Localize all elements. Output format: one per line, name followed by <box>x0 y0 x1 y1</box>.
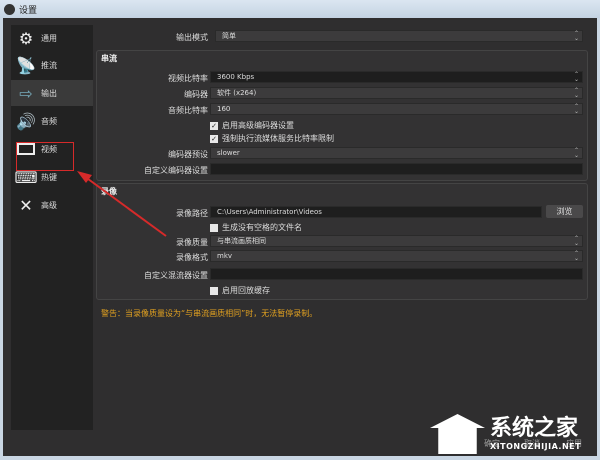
watermark-cn: 系统之家 <box>490 416 579 441</box>
red-arrow <box>77 171 167 237</box>
watermark-en: XITONGZHIJIA.NET <box>490 442 582 451</box>
